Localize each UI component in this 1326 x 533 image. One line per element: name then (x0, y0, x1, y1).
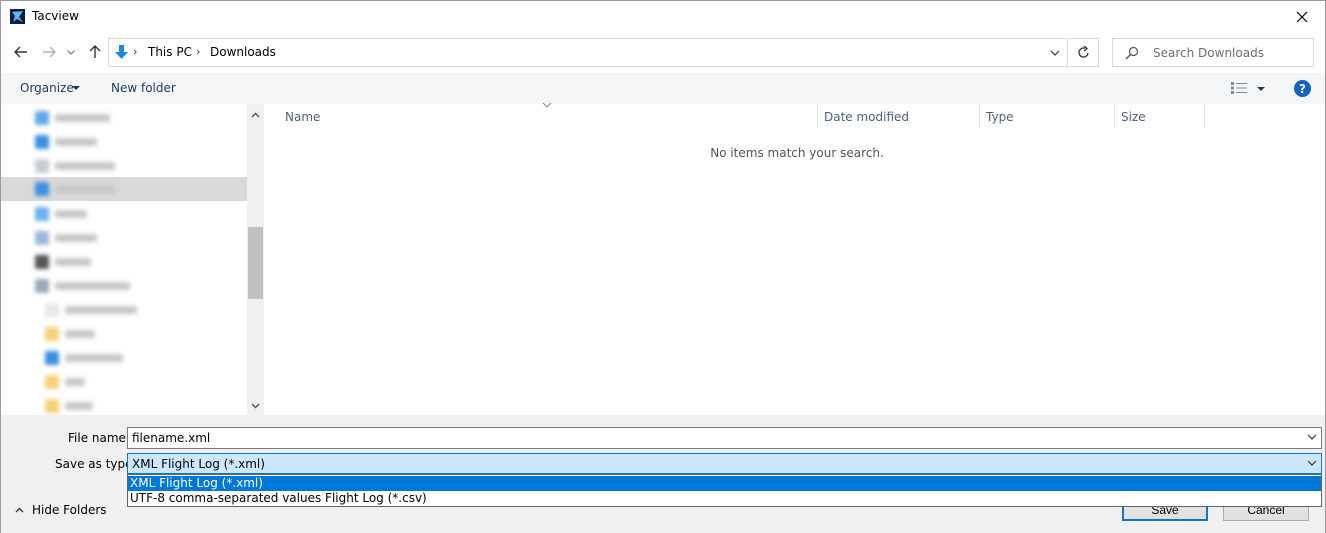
chevron-down-icon (1050, 50, 1060, 56)
column-header-size[interactable]: Size (1121, 104, 1146, 131)
view-options-icon[interactable] (1231, 82, 1247, 94)
sort-ascending-icon (542, 102, 552, 108)
refresh-icon (1077, 46, 1089, 58)
forward-button[interactable] (39, 42, 59, 62)
chevron-down-icon[interactable] (1307, 460, 1317, 466)
column-header-type[interactable]: Type (986, 104, 1014, 131)
chevron-up-icon (251, 112, 260, 118)
help-button[interactable]: ? (1294, 80, 1311, 97)
view-dropdown-icon[interactable] (1257, 87, 1265, 91)
save-as-type-select[interactable]: XML Flight Log (*.xml) (127, 453, 1322, 474)
up-folder-button[interactable] (85, 42, 105, 62)
scroll-down-button[interactable] (247, 398, 264, 414)
search-box[interactable]: Search Downloads (1112, 38, 1314, 67)
save-dialog-window: Tacview › This PC › Downloads Search Dow… (0, 0, 1326, 533)
chevron-down-icon (67, 49, 75, 55)
column-divider[interactable] (817, 104, 818, 128)
file-name-combobox[interactable] (127, 427, 1322, 449)
breadcrumb-separator: › (196, 45, 201, 58)
new-folder-button[interactable]: New folder (111, 81, 176, 95)
address-dropdown-button[interactable] (1047, 46, 1063, 60)
close-icon (1296, 11, 1308, 22)
address-row: › This PC › Downloads Search Downloads (1, 34, 1325, 70)
type-option-xml[interactable]: XML Flight Log (*.xml) (128, 476, 1321, 491)
column-divider[interactable] (1114, 104, 1115, 128)
nav-scrollbar[interactable] (247, 104, 264, 415)
column-divider[interactable] (1204, 104, 1205, 128)
file-name-input[interactable] (128, 428, 1298, 448)
breadcrumb-downloads[interactable]: Downloads (210, 45, 276, 59)
refresh-button[interactable] (1069, 38, 1099, 67)
command-toolbar: Organize New folder ? (1, 73, 1325, 104)
title-bar[interactable]: Tacview (1, 1, 1325, 32)
breadcrumb-separator: › (133, 45, 138, 58)
navigation-pane[interactable] (1, 104, 264, 415)
file-name-label: File name: (68, 431, 130, 445)
save-as-type-label: Save as type: (55, 457, 137, 471)
save-options-panel: File name: Save as type: XML Flight Log … (1, 415, 1325, 533)
empty-results-message: No items match your search. (710, 146, 884, 160)
column-header-name[interactable]: Name (285, 104, 320, 131)
hide-folders-button[interactable]: Hide Folders (32, 503, 107, 517)
search-icon (1125, 46, 1139, 60)
scroll-thumb[interactable] (248, 227, 263, 299)
back-button[interactable] (11, 42, 31, 62)
organize-button[interactable]: Organize (20, 81, 74, 95)
organize-dropdown-icon (72, 86, 80, 90)
breadcrumb-this-pc[interactable]: This PC (148, 45, 192, 59)
scroll-up-button[interactable] (247, 107, 264, 123)
tacview-app-icon (10, 9, 25, 24)
file-list-view[interactable]: Name Date modified Type Size No items ma… (264, 102, 1325, 415)
save-as-type-value: XML Flight Log (*.xml) (132, 457, 265, 471)
up-arrow-icon (89, 45, 101, 58)
close-window-button[interactable] (1279, 1, 1325, 32)
chevron-down-icon[interactable] (1307, 434, 1317, 440)
chevron-down-icon (251, 403, 260, 409)
address-bar[interactable]: › This PC › Downloads (108, 38, 1068, 67)
recent-locations-button[interactable] (64, 42, 78, 62)
downloads-folder-icon (113, 44, 130, 61)
column-header-date-modified[interactable]: Date modified (824, 104, 909, 131)
type-option-csv[interactable]: UTF-8 comma-separated values Flight Log … (128, 491, 1321, 506)
window-title: Tacview (32, 9, 79, 23)
column-divider[interactable] (979, 104, 980, 128)
back-arrow-icon (14, 46, 27, 58)
search-placeholder: Search Downloads (1153, 46, 1264, 60)
save-as-type-dropdown-list[interactable]: XML Flight Log (*.xml) UTF-8 comma-separ… (127, 474, 1322, 507)
chevron-up-icon[interactable] (15, 507, 24, 513)
forward-arrow-icon (43, 46, 56, 58)
